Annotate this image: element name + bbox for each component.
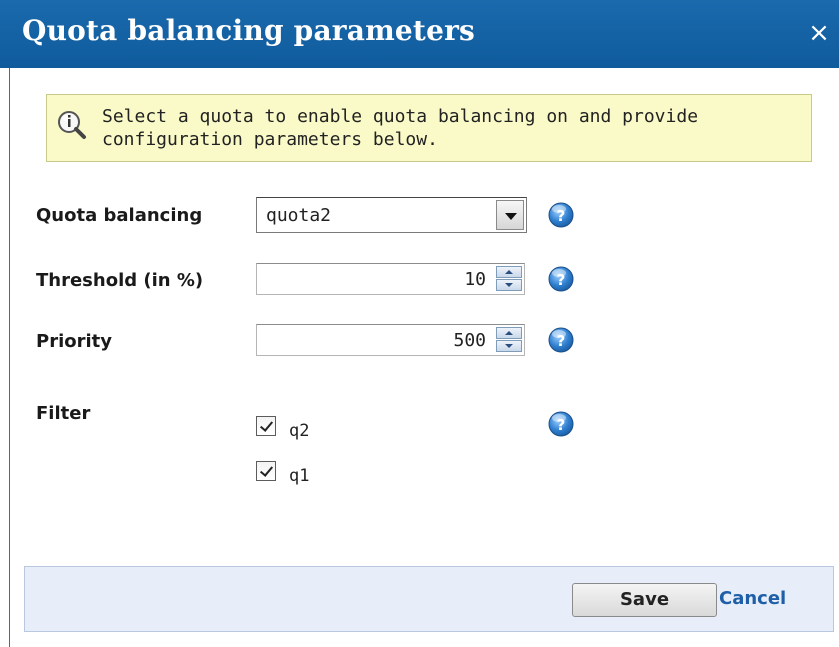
svg-text:?: ?	[557, 271, 566, 289]
q1-label[interactable]: q1	[289, 466, 309, 486]
help-question-icon[interactable]: ?	[546, 264, 576, 294]
q2-checkbox[interactable]	[256, 416, 276, 436]
help-question-icon[interactable]: ?	[546, 409, 576, 439]
q2-label[interactable]: q2	[289, 421, 309, 441]
quota-balancing-select[interactable]: quota2	[256, 197, 527, 233]
svg-text:?: ?	[557, 332, 566, 350]
help-question-icon[interactable]: ?	[546, 325, 576, 355]
dialog-footer: Save Cancel	[24, 566, 834, 632]
quota-balancing-label: Quota balancing	[36, 205, 203, 226]
increment-icon[interactable]	[496, 327, 522, 339]
help-question-icon[interactable]: ?	[546, 200, 576, 230]
increment-icon[interactable]	[496, 266, 522, 278]
cancel-link[interactable]: Cancel	[719, 588, 786, 609]
priority-spinner[interactable]: 500	[256, 324, 525, 356]
dialog-left-border	[9, 68, 10, 647]
priority-label: Priority	[36, 331, 112, 352]
svg-text:?: ?	[557, 416, 566, 434]
close-icon[interactable]: ×	[806, 18, 832, 48]
info-banner: Select a quota to enable quota balancing…	[46, 94, 812, 162]
info-magnifier-icon	[58, 111, 86, 139]
q1-checkbox[interactable]	[256, 461, 276, 481]
threshold-spin-buttons	[496, 266, 522, 292]
priority-value[interactable]: 500	[453, 330, 486, 351]
dropdown-arrow-icon[interactable]	[496, 200, 524, 230]
dialog-title-bar[interactable]: Quota balancing parameters ×	[0, 0, 839, 68]
threshold-label: Threshold (in %)	[36, 270, 204, 291]
save-button[interactable]: Save	[572, 583, 717, 617]
decrement-icon[interactable]	[496, 279, 522, 291]
decrement-icon[interactable]	[496, 340, 522, 352]
dialog-title: Quota balancing parameters	[22, 14, 475, 47]
threshold-value[interactable]: 10	[464, 269, 486, 290]
quota-balancing-dialog: Quota balancing parameters × Select a qu…	[0, 0, 839, 647]
threshold-spinner[interactable]: 10	[256, 263, 525, 295]
filter-label: Filter	[36, 403, 91, 424]
svg-text:?: ?	[557, 207, 566, 225]
priority-spin-buttons	[496, 327, 522, 353]
quota-balancing-value: quota2	[266, 205, 332, 226]
info-text: Select a quota to enable quota balancing…	[102, 106, 699, 150]
